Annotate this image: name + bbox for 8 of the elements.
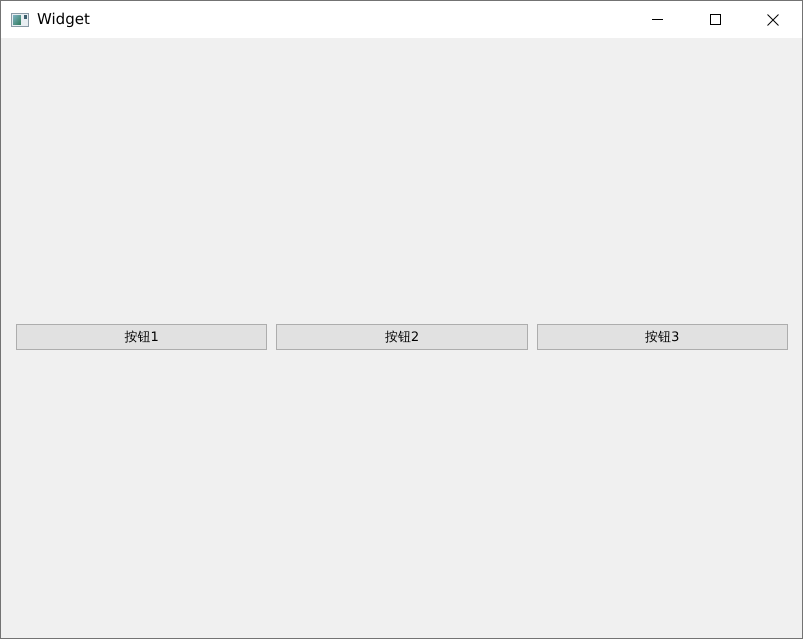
- push-button[interactable]: 按钮1: [16, 324, 268, 350]
- close-icon: [767, 14, 779, 26]
- app-icon: [11, 12, 29, 26]
- minimize-icon: [652, 19, 662, 20]
- push-button[interactable]: 按钮3: [536, 324, 788, 350]
- push-button[interactable]: 按钮2: [276, 324, 528, 350]
- window-title: Widget: [37, 12, 90, 27]
- maximize-icon: [710, 14, 720, 25]
